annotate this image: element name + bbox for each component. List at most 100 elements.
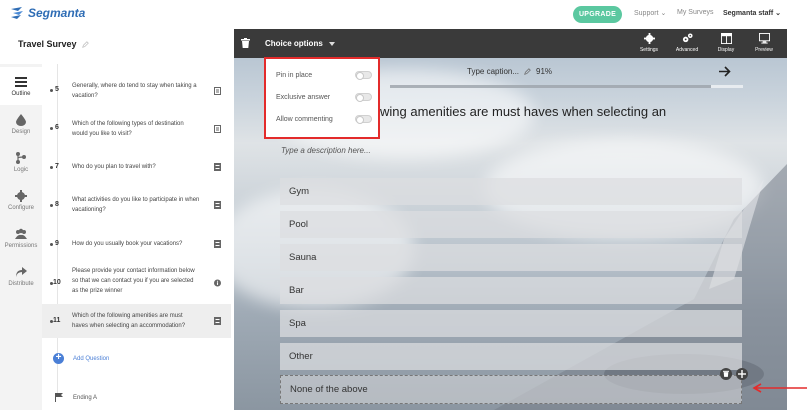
ending-label: Ending A	[73, 394, 98, 401]
annotation-arrow-icon	[752, 383, 807, 393]
list-icon	[15, 76, 27, 87]
question-item-5[interactable]: 5 Generally, where do tend to stay when …	[42, 74, 231, 108]
layout-icon	[720, 33, 732, 44]
question-item-8[interactable]: 8 What activities do you like to partici…	[42, 188, 231, 222]
choice-icon	[214, 317, 221, 325]
nav-label: Outline	[11, 90, 31, 97]
delete-choice-button[interactable]	[720, 368, 732, 380]
question-item-9[interactable]: 9 How do you usually book your vacations…	[42, 233, 231, 255]
page-margin	[787, 29, 807, 410]
question-number: 7	[55, 163, 59, 170]
ending-item[interactable]: Ending A	[55, 393, 97, 402]
next-arrow-icon[interactable]	[719, 66, 731, 77]
brand-name: Segmanta	[28, 6, 86, 20]
plus-icon	[738, 370, 746, 378]
question-text: Which of the following types of destinat…	[72, 121, 184, 137]
choice-icon	[214, 240, 221, 248]
nav-distribute[interactable]: Distribute	[0, 257, 42, 295]
nav-permissions[interactable]: Permissions	[0, 219, 42, 257]
question-title[interactable]: wing amenities are must haves when selec…	[380, 104, 666, 119]
nav-label: Design	[11, 128, 31, 135]
trash-icon[interactable]	[241, 38, 250, 48]
choice-options-dropdown[interactable]: Choice options	[265, 39, 335, 48]
add-question-label: Add Question	[73, 355, 110, 362]
progress-percent: 91%	[536, 67, 553, 76]
choice-options-label: Choice options	[265, 39, 323, 48]
nav-logic[interactable]: Logic	[0, 143, 42, 181]
bullet	[50, 243, 53, 246]
choice-option-selected[interactable]: None of the above	[280, 375, 742, 404]
logic-icon	[16, 151, 26, 164]
nav-label: Logic	[13, 166, 29, 173]
add-question-button[interactable]: + Add Question	[53, 353, 109, 364]
support-menu[interactable]: Support ⌄	[634, 9, 666, 17]
add-choice-button[interactable]	[736, 368, 748, 380]
logo[interactable]: Segmanta	[9, 6, 85, 20]
nav-design[interactable]: Design	[0, 105, 42, 143]
question-number: 10	[53, 279, 61, 286]
question-text: Please provide your contact information …	[72, 268, 195, 294]
question-text: Who do you plan to travel with?	[72, 164, 156, 170]
choice-option[interactable]: Bar	[280, 277, 742, 304]
display-button[interactable]: Display	[709, 33, 743, 53]
chevron-down-icon	[328, 41, 335, 46]
choice-option[interactable]: Pool	[280, 211, 742, 238]
option-pin-in-place[interactable]: Pin in place	[276, 71, 372, 80]
advanced-button[interactable]: Advanced	[670, 33, 704, 53]
question-text: Generally, where do tend to stay when ta…	[72, 83, 197, 99]
bullet	[50, 89, 53, 92]
question-number: 6	[55, 124, 59, 131]
drop-icon	[16, 113, 26, 126]
trash-icon	[723, 370, 729, 377]
nav-configure[interactable]: Configure	[0, 181, 42, 219]
toggle-switch[interactable]	[355, 71, 372, 80]
editor-toolbar: Choice options Settings Advanced Display…	[234, 29, 787, 58]
option-label: Exclusive answer	[276, 93, 331, 101]
option-label: Allow commenting	[276, 115, 333, 123]
question-item-7[interactable]: 7 Who do you plan to travel with?	[42, 156, 231, 178]
choice-icon	[214, 163, 221, 171]
question-item-11[interactable]: 11 Which of the following amenities are …	[42, 304, 231, 338]
question-list: 5 Generally, where do tend to stay when …	[42, 64, 231, 410]
left-nav: Outline Design Logic Configure Permissio…	[0, 64, 42, 410]
user-menu[interactable]: Segmanta staff ⌄	[723, 9, 781, 17]
my-surveys-link[interactable]: My Surveys	[677, 9, 714, 16]
toggle-switch[interactable]	[355, 115, 372, 124]
question-text: How do you usually book your vacations?	[72, 241, 183, 247]
gear-icon	[15, 189, 27, 202]
progress-bar	[390, 85, 743, 88]
toggle-switch[interactable]	[355, 93, 372, 102]
tool-label: Settings	[639, 47, 659, 53]
upgrade-button[interactable]: UPGRADE	[573, 6, 622, 23]
option-exclusive-answer[interactable]: Exclusive answer	[276, 93, 372, 102]
text-icon	[214, 87, 221, 95]
option-label: Pin in place	[276, 71, 313, 79]
bullet	[50, 204, 53, 207]
share-icon	[16, 266, 27, 277]
text-icon	[214, 125, 221, 133]
tool-label: Preview	[755, 47, 773, 53]
choice-options-popover: Pin in place Exclusive answer Allow comm…	[264, 57, 380, 139]
flag-icon	[55, 393, 63, 402]
choice-option[interactable]: Sauna	[280, 244, 742, 271]
preview-button[interactable]: Preview	[747, 33, 781, 53]
question-text: Which of the following amenities are mus…	[72, 313, 186, 329]
caption-input[interactable]: Type caption...	[467, 67, 519, 76]
choice-option[interactable]: Spa	[280, 310, 742, 337]
choice-icon	[214, 201, 221, 209]
settings-button[interactable]: Settings	[632, 33, 666, 53]
choice-option[interactable]: Other	[280, 343, 742, 370]
question-number: 9	[55, 240, 59, 247]
option-allow-commenting[interactable]: Allow commenting	[276, 115, 372, 124]
tool-label: Display	[717, 47, 735, 53]
nav-outline[interactable]: Outline	[0, 67, 42, 105]
description-input[interactable]: Type a description here...	[281, 146, 371, 155]
question-item-6[interactable]: 6 Which of the following types of destin…	[42, 112, 231, 146]
bullet	[50, 166, 53, 169]
survey-title[interactable]: Travel Survey	[18, 39, 89, 49]
caption-row: Type caption... 91%	[467, 67, 552, 76]
question-item-10[interactable]: 10 Please provide your contact informati…	[42, 263, 231, 303]
edit-pencil-icon[interactable]	[524, 68, 531, 75]
edit-pencil-icon[interactable]	[81, 40, 89, 48]
choice-option[interactable]: Gym	[280, 178, 742, 205]
